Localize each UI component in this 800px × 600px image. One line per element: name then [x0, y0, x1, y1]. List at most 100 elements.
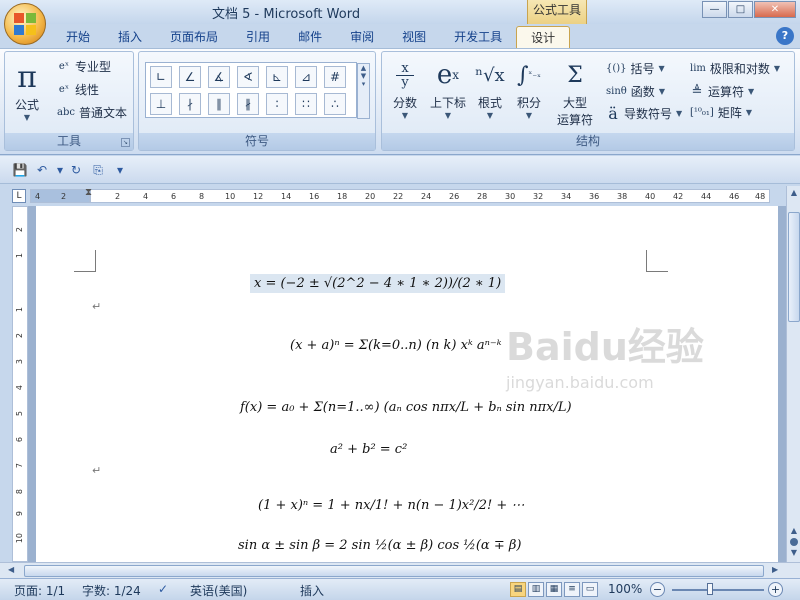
- close-button[interactable]: ✕: [754, 1, 796, 18]
- web-layout-icon[interactable]: ▦: [546, 582, 562, 597]
- tab-review[interactable]: 审阅: [336, 26, 388, 48]
- zoom-in-icon[interactable]: +: [768, 582, 783, 597]
- undo-icon[interactable]: ↶: [34, 162, 50, 178]
- previous-page-icon[interactable]: ▲: [788, 526, 800, 536]
- equation-binomial[interactable]: (x + a)ⁿ = Σ(k=0..n) (n k) xᵏ aⁿ⁻ᵏ: [290, 338, 501, 353]
- proofing-icon[interactable]: ✓: [158, 582, 168, 596]
- limit-icon: lim: [690, 63, 706, 74]
- symbol-right-triangle[interactable]: ⊿: [295, 66, 317, 88]
- symbol-not-parallel[interactable]: ∦: [237, 93, 259, 115]
- operator-button[interactable]: ≜ 运算符 ▼: [690, 83, 755, 100]
- word-count[interactable]: 字数: 1/24: [82, 582, 141, 599]
- insert-mode[interactable]: 插入: [300, 582, 324, 599]
- tab-view[interactable]: 视图: [388, 26, 440, 48]
- integral-label: 积分: [516, 96, 541, 110]
- symbol-angle[interactable]: ∠: [179, 66, 201, 88]
- chevron-down-icon[interactable]: ▾: [52, 162, 68, 178]
- draft-icon[interactable]: ▭: [582, 582, 598, 597]
- symbol-ratio[interactable]: ∶: [266, 93, 288, 115]
- margin-corner-left: [74, 250, 96, 272]
- equation-fourier[interactable]: f(x) = a₀ + Σ(n=1..∞) (aₙ cos nπx/L + bₙ…: [240, 400, 572, 415]
- function-label: 函数: [630, 85, 655, 99]
- professional-button[interactable]: eˣ 专业型: [57, 58, 111, 75]
- limit-log-button[interactable]: lim 极限和对数 ▼: [690, 60, 780, 77]
- symbol-right-angle-arc[interactable]: ⊾: [266, 66, 288, 88]
- structure-group-label: 结构: [382, 133, 794, 150]
- symbol-spherical-angle[interactable]: ∢: [237, 66, 259, 88]
- tab-references[interactable]: 引用: [232, 26, 284, 48]
- indent-marker-icon[interactable]: ⧗: [85, 187, 92, 198]
- formula-button[interactable]: π 公式 ▼: [9, 58, 45, 123]
- page-count[interactable]: 页面: 1/1: [14, 582, 65, 599]
- scroll-right-icon[interactable]: ▶: [772, 565, 778, 574]
- horizontal-scrollbar[interactable]: ◀ ▶: [0, 562, 800, 578]
- tab-insert[interactable]: 插入: [104, 26, 156, 48]
- customize-icon[interactable]: ▾: [112, 162, 128, 178]
- integral-button[interactable]: ∫ ˣ₋ₓ 积分 ▼: [512, 56, 546, 121]
- scroll-left-icon[interactable]: ◀: [8, 565, 14, 574]
- tab-design[interactable]: 设计: [516, 26, 571, 48]
- gallery-scroll[interactable]: ▲ ▼ ▾: [357, 63, 370, 119]
- ruler-tick: 34: [561, 192, 572, 201]
- tab-stop-selector[interactable]: L: [12, 189, 26, 203]
- equation-quadratic[interactable]: x = (−2 ± √(2^2 − 4 ∗ 1 ∗ 2))/(2 ∗ 1): [250, 274, 506, 293]
- function-button[interactable]: sinθ 函数 ▼: [606, 83, 665, 100]
- vertical-scroll-thumb[interactable]: [788, 212, 800, 322]
- linear-button[interactable]: eˣ 线性: [57, 81, 99, 98]
- tab-page-layout[interactable]: 页面布局: [156, 26, 232, 48]
- vertical-ruler: 2 1 1 2 3 4 5 6 7 8 9 10: [12, 206, 28, 562]
- help-icon[interactable]: ?: [776, 27, 794, 45]
- save-icon[interactable]: 💾: [12, 162, 28, 178]
- symbol-measured-angle[interactable]: ∡: [208, 66, 230, 88]
- horizontal-scroll-thumb[interactable]: [24, 565, 764, 577]
- tab-developer[interactable]: 开发工具: [440, 26, 516, 48]
- ruler-tick: 1: [15, 253, 24, 259]
- fraction-button[interactable]: xy 分数 ▼: [388, 56, 422, 121]
- ruler-tick: 4: [143, 192, 149, 201]
- minimize-button[interactable]: —: [702, 1, 727, 18]
- symbol-proportion[interactable]: ∷: [295, 93, 317, 115]
- zoom-slider-thumb[interactable]: [707, 583, 713, 595]
- zoom-out-icon[interactable]: −: [650, 582, 665, 597]
- bracket-button[interactable]: {()} 括号 ▼: [606, 60, 665, 77]
- scroll-up-icon[interactable]: ▲: [788, 188, 800, 200]
- browse-object-icon[interactable]: [790, 538, 798, 546]
- tab-mailings[interactable]: 邮件: [284, 26, 336, 48]
- zoom-level[interactable]: 100%: [608, 582, 642, 596]
- symbol-right-angle[interactable]: ∟: [150, 66, 172, 88]
- equation-trig[interactable]: sin α ± sin β = 2 sin ½(α ± β) cos ½(α ∓…: [238, 538, 521, 553]
- vertical-scrollbar[interactable]: ▲ ▲ ▼: [786, 186, 800, 562]
- radical-button[interactable]: ⁿ√x 根式 ▼: [474, 56, 506, 121]
- zoom-slider[interactable]: [672, 589, 764, 591]
- full-screen-reading-icon[interactable]: ▥: [528, 582, 544, 597]
- equation-pythagorean[interactable]: a² + b² = c²: [330, 442, 407, 457]
- horizontal-ruler[interactable]: L 4 2 2 4 6 8 10 12 14 16 18 20 22 24 26…: [0, 186, 800, 206]
- dialog-launcher-icon[interactable]: ↘: [121, 138, 130, 147]
- symbol-perpendicular[interactable]: ⊥: [150, 93, 172, 115]
- script-button[interactable]: ex 上下标 ▼: [426, 56, 470, 120]
- ruler-tick: 8: [15, 489, 24, 495]
- print-layout-icon[interactable]: ▤: [510, 582, 526, 597]
- matrix-button[interactable]: [¹⁰₀₁] 矩阵 ▼: [690, 104, 752, 121]
- equation-taylor[interactable]: (1 + x)ⁿ = 1 + nx/1! + n(n − 1)x²/2! + ⋯: [258, 498, 524, 513]
- tab-home[interactable]: 开始: [52, 26, 104, 48]
- next-page-icon[interactable]: ▼: [788, 548, 800, 558]
- large-operator-button[interactable]: Σ 大型 运算符: [554, 56, 596, 128]
- office-button[interactable]: [4, 3, 46, 45]
- format-painter-icon[interactable]: ⎘: [90, 162, 106, 178]
- symbol-not-divides[interactable]: ∤: [179, 93, 201, 115]
- symbol-therefore[interactable]: ∴: [324, 93, 346, 115]
- symbol-hash[interactable]: #: [324, 66, 346, 88]
- outline-icon[interactable]: ≡: [564, 582, 580, 597]
- ruler-margin-left: 4 2: [30, 189, 90, 203]
- ruler-tick: 4: [15, 385, 24, 391]
- bracket-icon: {()}: [606, 63, 627, 74]
- plain-text-button[interactable]: abc 普通文本: [57, 104, 127, 121]
- quick-access-toolbar: 💾 ↶ ▾ ↻ ⎘ ▾: [0, 156, 800, 184]
- language[interactable]: 英语(美国): [190, 582, 247, 599]
- redo-icon[interactable]: ↻: [68, 162, 84, 178]
- document-page[interactable]: Baidu经验 jingyan.baidu.com x = (−2 ± √(2^…: [36, 206, 778, 562]
- accent-button[interactable]: ä 导数符号 ▼: [606, 104, 682, 123]
- maximize-button[interactable]: □: [728, 1, 753, 18]
- symbol-parallel[interactable]: ∥: [208, 93, 230, 115]
